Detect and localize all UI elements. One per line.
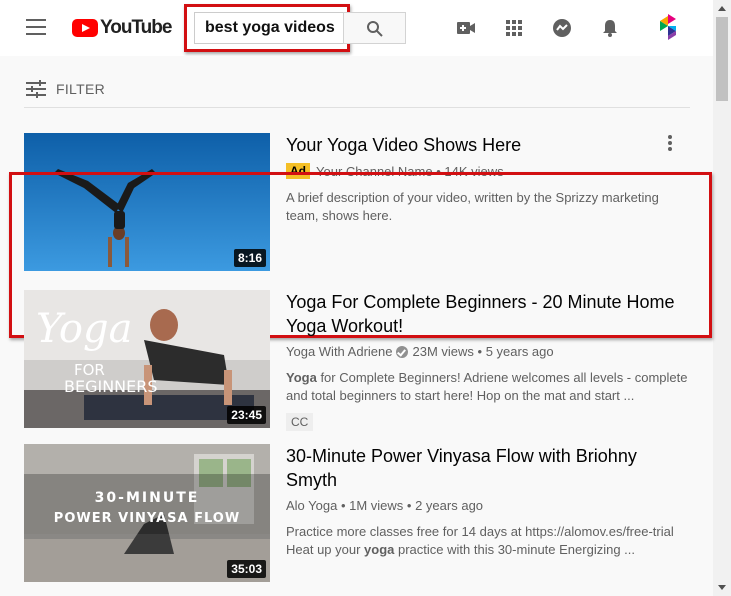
filter-label: FILTER [56,81,105,97]
ad-badge: Ad [286,163,310,179]
video-info: Yoga For Complete Beginners - 20 Minute … [286,290,690,431]
hamburger-menu-icon[interactable] [26,19,46,35]
video-info: 30-Minute Power Vinyasa Flow with Briohn… [286,444,690,559]
video-thumbnail[interactable]: 8:16 [24,133,270,271]
filter-button[interactable]: FILTER [26,80,105,98]
thumb-title-line2: POWER VINYASA FLOW [54,511,240,526]
video-duration: 35:03 [227,560,266,578]
video-metadata: Yoga With Adriene 23M views • 5 years ag… [286,344,690,359]
channel-name[interactable]: Your Channel Name [316,164,433,179]
thumb-title-line1: Yoga [36,306,132,352]
filter-sliders-icon [26,80,46,98]
upload-age: 5 years ago [485,344,554,359]
meta-separator: • [432,163,445,179]
verified-check-icon [396,345,409,358]
video-title[interactable]: Yoga For Complete Beginners - 20 Minute … [286,290,690,338]
masthead: YouTube best yoga videos [0,0,713,56]
channel-name[interactable]: Yoga With Adriene [286,344,392,359]
view-count: 23M views [412,344,474,359]
notifications-bell-icon[interactable] [599,17,621,39]
video-duration: 23:45 [227,406,266,424]
channel-name[interactable]: Alo Yoga [286,498,337,513]
scroll-up-arrow-icon[interactable] [718,6,726,11]
scrollbar[interactable] [713,0,731,596]
description-text: for Complete Beginners! Adriene welcomes… [286,370,688,403]
search-icon [367,21,383,37]
video-description: A brief description of your video, writt… [286,190,659,223]
video-info: Your Yoga Video Shows Here Ad Your Chann… [286,133,690,225]
description-text: Heat up your [286,542,365,557]
thumb-title-line1: 30-MINUTE [95,490,200,506]
divider [24,107,690,108]
view-count: 14K views [444,163,504,179]
description-highlight: Yoga [286,370,317,385]
video-description: Practice more classes free for 14 days a… [286,523,690,559]
description-line: Heat up your yoga practice with this 30-… [286,541,690,559]
video-metadata: Ad Your Channel Name • 14K views [286,163,690,179]
meta-separator: • [337,498,350,513]
video-duration: 8:16 [233,249,266,267]
meta-separator: • [403,498,416,513]
logo-text: YouTube [100,17,172,38]
youtube-logo[interactable]: YouTube [72,17,172,39]
video-title[interactable]: 30-Minute Power Vinyasa Flow with Briohn… [286,444,690,492]
search-input[interactable]: best yoga videos [194,12,344,44]
scrollbar-thumb[interactable] [716,17,728,101]
thumb-title-line3: BEGINNERS [64,377,158,396]
create-video-icon[interactable] [455,17,477,39]
video-thumbnail[interactable]: Yoga FOR BEGINNERS 23:45 [24,290,270,428]
meta-separator: • [473,344,486,359]
description-text: practice with this 30-minute Energizing … [394,542,635,557]
search-button[interactable] [343,12,406,44]
video-thumbnail[interactable]: 30-MINUTE POWER VINYASA FLOW 35:03 [24,444,270,582]
video-metadata: Alo Yoga • 1M views • 2 years ago [286,498,690,513]
scroll-down-arrow-icon[interactable] [718,585,726,590]
upload-age: 2 years ago [415,498,484,513]
more-options-icon[interactable] [666,135,674,153]
messages-icon[interactable] [551,17,573,39]
video-description: Yoga for Complete Beginners! Adriene wel… [286,369,690,405]
closed-captions-badge: CC [286,413,314,431]
apps-grid-icon[interactable] [503,17,525,39]
account-avatar-icon[interactable] [656,12,680,44]
description-highlight: yoga [364,542,395,557]
description-line: Practice more classes free for 14 days a… [286,524,674,539]
youtube-play-icon [72,19,98,37]
view-count: 1M views [349,498,404,513]
video-title[interactable]: Your Yoga Video Shows Here [286,133,690,157]
search-results: FILTER 8:16 Your Yoga Video Shows Here A… [0,56,713,596]
